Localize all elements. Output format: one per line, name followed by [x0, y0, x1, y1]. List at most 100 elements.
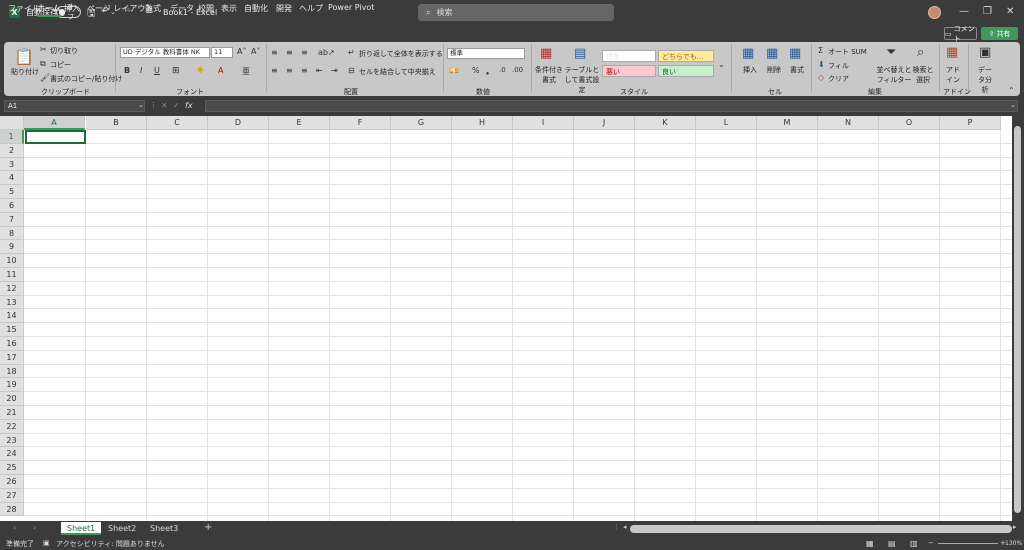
- row-header-28[interactable]: 28: [0, 502, 24, 517]
- tab-developer[interactable]: 開発: [276, 3, 292, 14]
- column-header-M[interactable]: M: [757, 116, 818, 130]
- active-cell[interactable]: [25, 130, 86, 144]
- style-good[interactable]: 良い: [658, 65, 714, 77]
- align-bottom-icon[interactable]: ≡: [301, 48, 308, 57]
- expand-formula-icon[interactable]: ⌄: [1010, 101, 1016, 109]
- normal-view-icon[interactable]: ▦: [866, 539, 874, 548]
- style-neutral[interactable]: どちらでも...: [658, 50, 714, 62]
- column-header-N[interactable]: N: [818, 116, 879, 130]
- comment-button[interactable]: ▭ コメント: [944, 25, 977, 43]
- phonetic-icon[interactable]: 亜: [242, 66, 250, 77]
- row-header-18[interactable]: 18: [0, 364, 24, 379]
- tab-split-icon[interactable]: ⋮: [613, 523, 620, 531]
- grow-font-icon[interactable]: A˄: [237, 47, 246, 56]
- column-header-I[interactable]: I: [513, 116, 574, 130]
- prev-sheet-icon[interactable]: ‹: [13, 523, 16, 532]
- format-table-button[interactable]: テーブルとして書式設定: [564, 65, 600, 95]
- autosum-button[interactable]: オート SUM: [828, 47, 867, 57]
- insert-cells-button[interactable]: 挿入: [743, 65, 757, 75]
- row-header-8[interactable]: 8: [0, 226, 24, 241]
- tab-page-layout[interactable]: ページ レイアウト: [87, 3, 153, 14]
- tab-view[interactable]: 表示: [221, 3, 237, 14]
- merge-icon[interactable]: ⊟: [348, 66, 355, 75]
- merge-center-button[interactable]: セルを結合して中央揃え: [359, 67, 436, 77]
- scroll-left-icon[interactable]: ◂: [623, 523, 627, 531]
- avatar[interactable]: [928, 6, 941, 19]
- clear-icon[interactable]: ◇: [818, 73, 824, 82]
- wrap-text-button[interactable]: 折り返して全体を表示する: [359, 49, 443, 59]
- row-header-6[interactable]: 6: [0, 199, 24, 213]
- sort-filter-icon[interactable]: ⏷: [886, 45, 896, 60]
- row-header-9[interactable]: 9: [0, 240, 24, 255]
- cut-button[interactable]: 切り取り: [50, 46, 78, 56]
- sort-filter-button[interactable]: 並べ替えとフィルター: [876, 65, 912, 85]
- namebox-dropdown-icon[interactable]: ⌄: [138, 101, 144, 109]
- name-box[interactable]: A1: [4, 100, 145, 112]
- find-select-icon[interactable]: ⌕: [917, 45, 924, 60]
- increase-indent-icon[interactable]: ⇥: [331, 66, 338, 75]
- column-header-K[interactable]: K: [635, 116, 696, 130]
- tab-formulas[interactable]: 数式: [145, 3, 161, 14]
- align-middle-icon[interactable]: ≡: [286, 48, 293, 57]
- row-header-19[interactable]: 19: [0, 378, 24, 393]
- row-header-1[interactable]: 1: [0, 130, 24, 144]
- tab-help[interactable]: ヘルプ: [299, 3, 323, 14]
- tab-file[interactable]: ファイル: [8, 3, 40, 14]
- row-header-3[interactable]: 3: [0, 157, 24, 172]
- underline-icon[interactable]: U: [154, 66, 160, 75]
- find-select-button[interactable]: 検索と選択: [911, 65, 935, 85]
- delete-cells-button[interactable]: 削除: [767, 65, 781, 75]
- sheet-tab-3[interactable]: Sheet3: [144, 522, 184, 535]
- search-box[interactable]: ⌕ 検索: [418, 4, 614, 21]
- formula-input[interactable]: [205, 100, 1018, 112]
- italic-icon[interactable]: I: [140, 66, 142, 75]
- row-header-26[interactable]: 26: [0, 475, 24, 489]
- data-analysis-button[interactable]: データ分析: [975, 65, 995, 95]
- row-header-10[interactable]: 10: [0, 254, 24, 268]
- row-header-20[interactable]: 20: [0, 392, 24, 406]
- row-header-4[interactable]: 4: [0, 171, 24, 186]
- tab-power-pivot[interactable]: Power Pivot: [328, 3, 374, 12]
- tab-automate[interactable]: 自動化: [244, 3, 268, 14]
- column-header-J[interactable]: J: [574, 116, 635, 130]
- wrap-text-icon[interactable]: ↵: [348, 48, 355, 57]
- conditional-format-button[interactable]: 条件付き書式: [534, 65, 564, 85]
- accessibility-status[interactable]: アクセシビリティ: 問題ありません: [56, 539, 165, 549]
- paste-icon[interactable]: 📋: [14, 47, 34, 66]
- percent-icon[interactable]: %: [472, 66, 480, 75]
- tab-data[interactable]: データ: [170, 3, 194, 14]
- enter-icon[interactable]: ✓: [173, 101, 180, 110]
- zoom-out-icon[interactable]: −: [928, 539, 934, 547]
- horizontal-scrollbar[interactable]: [630, 525, 1012, 533]
- shrink-font-icon[interactable]: A˅: [251, 47, 260, 56]
- row-header-16[interactable]: 16: [0, 337, 24, 351]
- column-header-A[interactable]: A: [24, 116, 85, 130]
- addins-icon[interactable]: ▦: [946, 45, 958, 60]
- align-left-icon[interactable]: ≡: [271, 66, 278, 75]
- column-header-C[interactable]: C: [147, 116, 208, 130]
- row-header-14[interactable]: 14: [0, 309, 24, 324]
- decrease-decimal-icon[interactable]: .00: [512, 66, 523, 74]
- align-center-icon[interactable]: ≡: [286, 66, 293, 75]
- row-header-11[interactable]: 11: [0, 268, 24, 282]
- row-header-23[interactable]: 23: [0, 433, 24, 448]
- cut-icon[interactable]: ✂: [40, 45, 47, 54]
- macro-record-icon[interactable]: ▣: [43, 539, 50, 547]
- collapse-ribbon-icon[interactable]: ⌃: [1008, 86, 1015, 95]
- font-family-select[interactable]: UD デジタル 教科書体 NK: [120, 47, 210, 58]
- row-header-22[interactable]: 22: [0, 419, 24, 434]
- page-break-view-icon[interactable]: ▥: [910, 539, 918, 548]
- close-icon[interactable]: ✕: [1006, 6, 1014, 17]
- format-cells-icon[interactable]: ▦: [789, 46, 801, 61]
- sheet-tab-2[interactable]: Sheet2: [102, 522, 142, 535]
- tab-home[interactable]: ホーム: [37, 3, 61, 17]
- fill-button[interactable]: フィル: [828, 61, 849, 71]
- font-size-select[interactable]: 11: [211, 47, 233, 58]
- row-header-5[interactable]: 5: [0, 185, 24, 199]
- row-header-27[interactable]: 27: [0, 488, 24, 503]
- next-sheet-icon[interactable]: ›: [33, 523, 36, 532]
- font-color-icon[interactable]: A: [218, 66, 223, 75]
- conditional-format-icon[interactable]: ▦: [540, 46, 552, 61]
- copy-icon[interactable]: ⧉: [40, 59, 46, 69]
- sheet-tab-1[interactable]: Sheet1: [61, 522, 102, 535]
